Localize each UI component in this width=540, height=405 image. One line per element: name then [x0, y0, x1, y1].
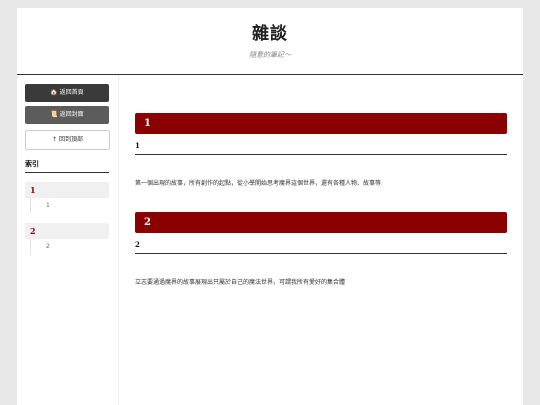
toc-subsection-link[interactable]: 1 — [30, 198, 109, 213]
site-header: 雜談 隨意的筆記～ — [17, 8, 523, 75]
section: 2 2 立志要通過魔界的故事展現出只屬於自己的魔法世界，可謂我所有愛好的集合體 — [135, 212, 507, 286]
section-text: 第一個出現的故事，所有創作的起點，從小學開始思考魔界這個世界，還有各種人物、故事… — [135, 180, 382, 187]
sidebar: 🏠 返回首頁 📜 返回封面 ↑ 回到頂部 索引 1 1 2 2 — [17, 75, 119, 405]
section-heading: 2 — [135, 233, 507, 254]
section-text: 立志要通過魔界的故事展現出只屬於自己的魔法世界，可謂我所有愛好的集合體 — [135, 279, 346, 286]
toc-subsection-link[interactable]: 2 — [30, 239, 109, 254]
section: 1 1 第一個出現的故事，所有創作的起點，從小學開始思考魔界這個世界，還有各種人… — [135, 113, 507, 187]
toc-group: 1 1 — [25, 182, 109, 213]
toc-section-link[interactable]: 1 — [25, 182, 109, 198]
section-banner: 1 — [135, 113, 507, 134]
back-to-top-button[interactable]: ↑ 回到頂部 — [25, 130, 110, 150]
toc: 1 1 2 2 — [25, 182, 109, 264]
page: 雜談 隨意的筆記～ 🏠 返回首頁 📜 返回封面 ↑ 回到頂部 索引 1 1 2 … — [17, 8, 523, 405]
home-button[interactable]: 🏠 返回首頁 — [25, 84, 109, 102]
site-title: 雜談 — [252, 24, 288, 44]
toc-group: 2 2 — [25, 223, 109, 254]
site-subtitle: 隨意的筆記～ — [249, 51, 291, 59]
index-title: 索引 — [25, 159, 109, 173]
cover-button[interactable]: 📜 返回封面 — [25, 106, 109, 124]
main-content: 1 1 第一個出現的故事，所有創作的起點，從小學開始思考魔界這個世界，還有各種人… — [135, 75, 507, 286]
section-banner: 2 — [135, 212, 507, 233]
section-heading: 1 — [135, 134, 507, 155]
toc-section-link[interactable]: 2 — [25, 223, 109, 239]
